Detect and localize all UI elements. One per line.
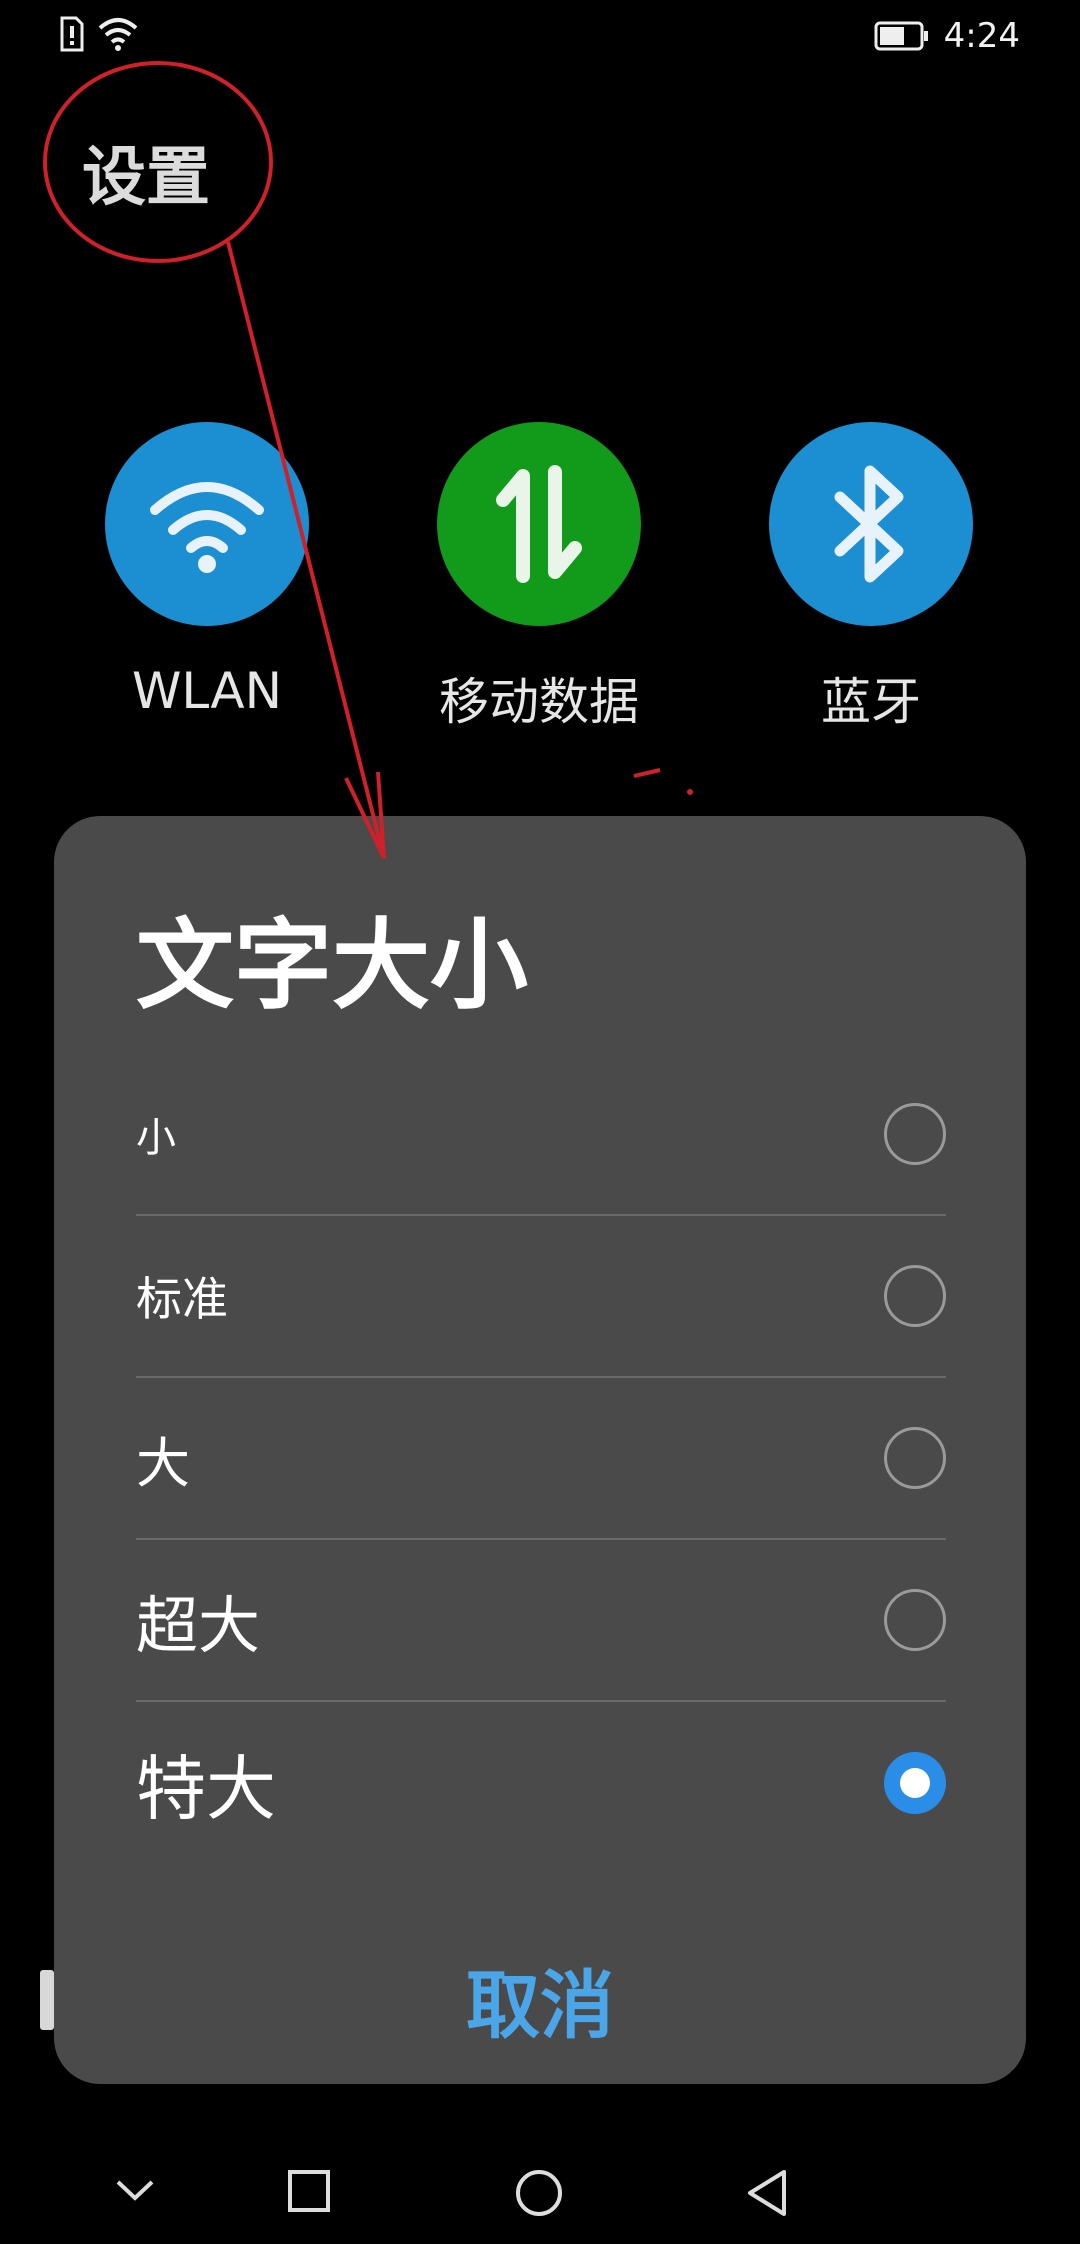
- navigation-bar: [0, 2140, 1080, 2244]
- font-size-option-large[interactable]: 大: [136, 1378, 946, 1540]
- option-label: 特大: [136, 1747, 276, 1830]
- font-size-option-small[interactable]: 小: [136, 1054, 946, 1216]
- radio-button[interactable]: [884, 1589, 946, 1651]
- radio-button[interactable]: [884, 1427, 946, 1489]
- cancel-button[interactable]: 取消: [54, 1946, 1026, 2053]
- background-list-fragment: [40, 1970, 54, 2030]
- option-label: 大: [136, 1431, 190, 1495]
- option-label: 标准: [136, 1272, 228, 1326]
- recents-square-icon[interactable]: [286, 2168, 332, 2214]
- radio-button[interactable]: [884, 1265, 946, 1327]
- font-size-option-standard[interactable]: 标准: [136, 1216, 946, 1378]
- font-size-option-huge[interactable]: 特大: [136, 1702, 946, 1864]
- back-triangle-icon[interactable]: [744, 2168, 790, 2218]
- radio-button-selected[interactable]: [884, 1752, 946, 1814]
- option-label: 小: [136, 1115, 176, 1161]
- home-circle-icon[interactable]: [514, 2168, 564, 2218]
- radio-button[interactable]: [884, 1103, 946, 1165]
- font-size-option-extra-large[interactable]: 超大: [136, 1540, 946, 1702]
- dialog-title: 文字大小: [136, 909, 529, 1023]
- font-size-dialog: 文字大小 小 标准 大 超大 特大 取消: [54, 816, 1026, 2084]
- option-label: 超大: [136, 1589, 261, 1662]
- annotation-overlay: [43, 61, 693, 859]
- chevron-down-icon[interactable]: [112, 2168, 158, 2214]
